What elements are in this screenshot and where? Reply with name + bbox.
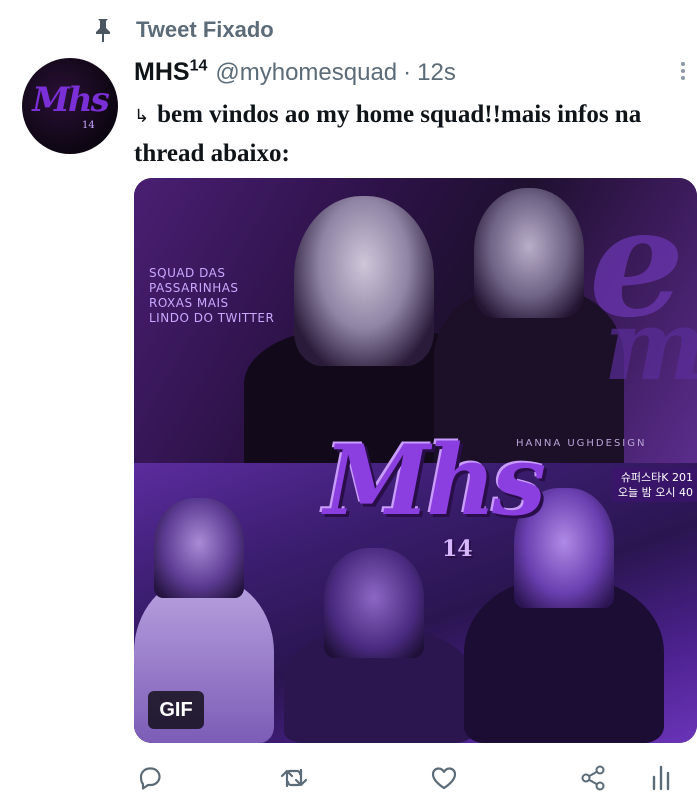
author-name-sup: 14 [189, 57, 208, 75]
share-icon[interactable] [577, 762, 609, 794]
tweet-timestamp[interactable]: 12s [417, 59, 456, 87]
separator-dot: · [403, 59, 412, 86]
tweet-media-gif[interactable]: e m SQUAD DAS PASSARINHAS ROXAS MAIS LIN… [134, 178, 697, 743]
deco-letter: m [604, 289, 697, 402]
figure-shape [294, 196, 434, 366]
author-name[interactable]: MHS14 [134, 58, 207, 87]
more-options-icon[interactable] [676, 60, 690, 84]
media-squad-text: SQUAD DAS PASSARINHAS ROXAS MAIS LINDO D… [149, 266, 275, 325]
reply-icon[interactable] [134, 762, 166, 794]
figure-shape [474, 188, 584, 318]
person-shape [154, 498, 244, 598]
person-shape [324, 548, 424, 658]
tweet-body: bem vindos ao my home squad!!mais infos … [134, 101, 642, 167]
media-korean-label: 슈퍼스타K 201 오늘 밤 오시 40 [612, 468, 697, 502]
pin-icon [92, 14, 114, 46]
author-handle[interactable]: @myhomesquad [215, 59, 397, 87]
gif-badge: GIF [148, 691, 204, 729]
retweet-icon[interactable] [278, 762, 310, 794]
avatar-logo-sub: 14 [82, 120, 95, 131]
tweet-text: ↳ bem vindos ao my home squad!!mais infos… [134, 96, 684, 172]
pinned-label: Tweet Fixado [136, 17, 274, 42]
media-logo: Mhs [324, 424, 546, 537]
avatar[interactable]: Mhs 14 [22, 58, 118, 154]
media-logo-sub: 14 [442, 536, 473, 562]
tweet-actions [0, 762, 697, 796]
media-top-panel: e m SQUAD DAS PASSARINHAS ROXAS MAIS LIN… [134, 178, 697, 468]
analytics-icon[interactable] [646, 762, 678, 794]
reply-arrow-glyph: ↳ [134, 106, 150, 127]
avatar-logo: Mhs [32, 80, 110, 120]
heart-icon[interactable] [428, 762, 460, 794]
tweet-header: MHS14 @myhomesquad · 12s [134, 58, 456, 92]
